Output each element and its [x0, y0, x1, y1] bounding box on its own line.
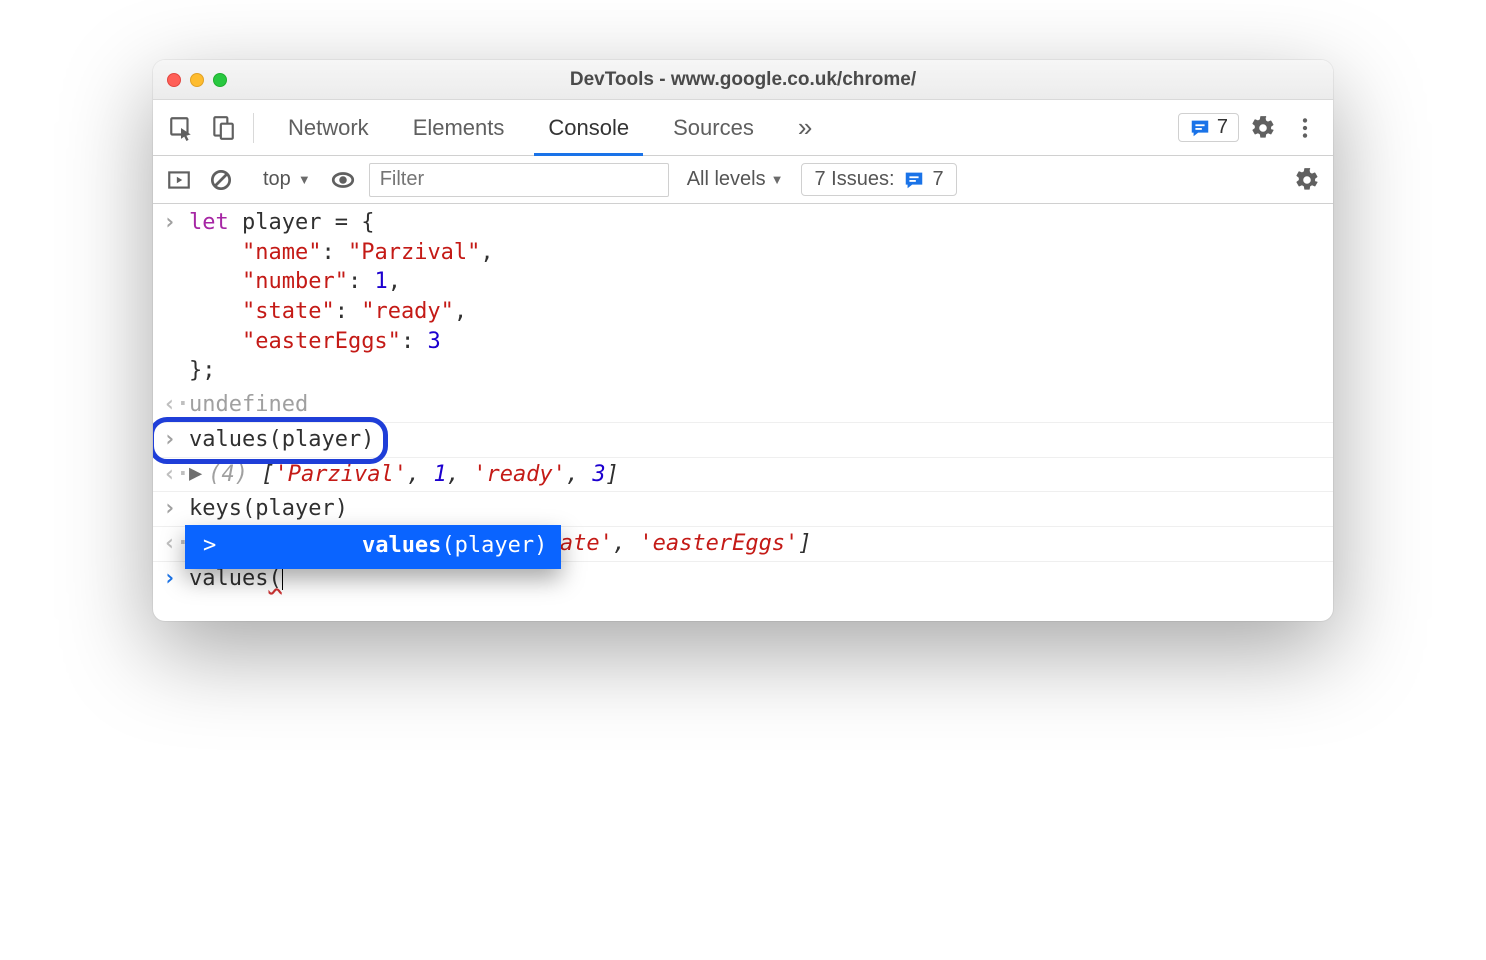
log-levels-dropdown[interactable]: All levels ▼	[679, 168, 792, 191]
message-icon	[903, 169, 925, 191]
inspect-element-icon[interactable]	[163, 110, 199, 146]
input-chevron-icon: ›	[163, 494, 189, 524]
devtools-window: DevTools - www.google.co.uk/chrome/ Netw…	[153, 60, 1333, 621]
console-input-row: › let player = { "name": "Parzival", "nu…	[153, 206, 1333, 388]
console-toolbar: top ▼ All levels ▼ 7 Issues: 7	[153, 156, 1333, 204]
console-input-row: › values(player)	[153, 423, 1333, 458]
code-line: keys(player)	[189, 494, 1323, 524]
settings-icon[interactable]	[1245, 110, 1281, 146]
code-line: let player = { "name": "Parzival", "numb…	[189, 208, 1323, 386]
issues-count: 7	[933, 168, 944, 191]
tab-console[interactable]: Console	[526, 100, 651, 155]
console-input-row: › keys(player)	[153, 492, 1333, 527]
input-chevron-icon: ›	[163, 208, 189, 386]
levels-label: All levels	[687, 168, 766, 191]
issues-badge[interactable]: 7 Issues: 7	[801, 163, 956, 196]
kebab-menu-icon[interactable]	[1287, 110, 1323, 146]
console-output-row: ‹· ▶(4) ['Parzival', 1, 'ready', 3]	[153, 458, 1333, 493]
array-result[interactable]: ▶(4) ['Parzival', 1, 'ready', 3]	[189, 460, 1323, 490]
issues-label: 7 Issues:	[814, 168, 894, 191]
chevron-down-icon: ▼	[768, 172, 784, 187]
console-settings-icon[interactable]	[1291, 164, 1323, 196]
tab-network[interactable]: Network	[266, 100, 391, 155]
output-chevron-icon: ‹·	[163, 390, 189, 420]
undefined-result: undefined	[189, 390, 1323, 420]
code-line: values(player)	[189, 425, 1323, 455]
show-sidebar-icon[interactable]	[163, 164, 195, 196]
clear-console-icon[interactable]	[205, 164, 237, 196]
tabs-overflow[interactable]: »	[776, 100, 834, 155]
separator	[253, 113, 254, 143]
main-tab-strip: Network Elements Console Sources » 7	[153, 100, 1333, 156]
expand-icon[interactable]: ▶	[189, 459, 202, 489]
input-chevron-icon: ›	[163, 425, 189, 455]
live-expression-icon[interactable]	[327, 164, 359, 196]
window-title: DevTools - www.google.co.uk/chrome/	[153, 69, 1333, 91]
messages-badge[interactable]: 7	[1178, 113, 1239, 142]
title-bar: DevTools - www.google.co.uk/chrome/	[153, 60, 1333, 100]
message-icon	[1189, 117, 1211, 139]
filter-input[interactable]	[369, 163, 669, 197]
autocomplete-popup[interactable]: > values(player)	[185, 525, 561, 569]
chevron-down-icon: ▼	[295, 172, 311, 187]
tab-sources[interactable]: Sources	[651, 100, 776, 155]
console-output-row: ‹· undefined	[153, 388, 1333, 423]
tabs: Network Elements Console Sources »	[266, 100, 834, 155]
messages-count: 7	[1217, 116, 1228, 139]
context-label: top	[263, 168, 291, 191]
tab-elements[interactable]: Elements	[391, 100, 527, 155]
console-body[interactable]: › let player = { "name": "Parzival", "nu…	[153, 204, 1333, 621]
device-toolbar-icon[interactable]	[205, 110, 241, 146]
context-selector[interactable]: top ▼	[257, 168, 317, 191]
output-chevron-icon: ‹·	[163, 460, 189, 490]
